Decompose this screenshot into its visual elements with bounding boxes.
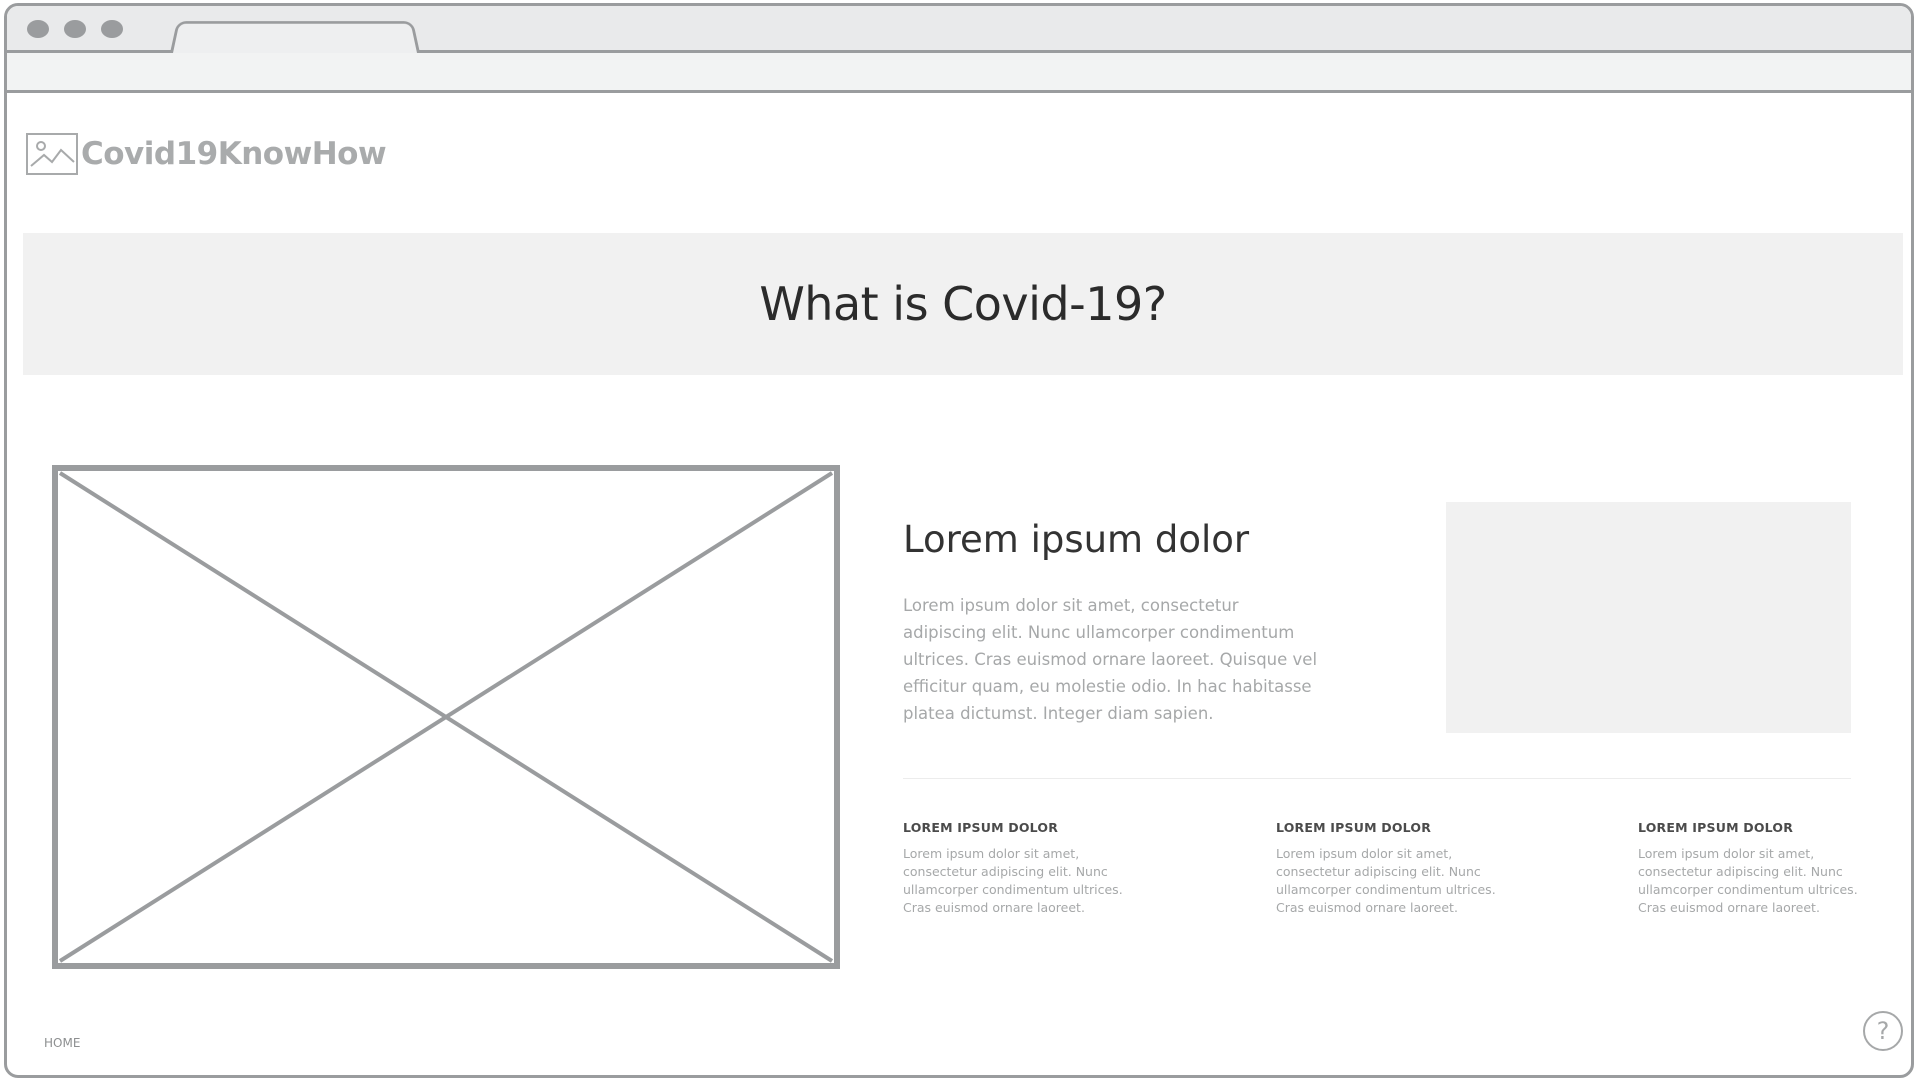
content-placeholder-box (1446, 502, 1851, 733)
feature-column: LOREM IPSUM DOLOR Lorem ipsum dolor sit … (903, 820, 1133, 917)
feature-column: LOREM IPSUM DOLOR Lorem ipsum dolor sit … (1638, 820, 1868, 917)
window-minimize-dot[interactable] (64, 20, 86, 38)
brand-name: Covid19KnowHow (81, 136, 387, 172)
feature-text: Lorem ipsum dolor sit amet, consectetur … (1638, 846, 1858, 915)
feature-text: Lorem ipsum dolor sit amet, consectetur … (1276, 846, 1496, 915)
window-maximize-dot[interactable] (101, 20, 123, 38)
feature-title: LOREM IPSUM DOLOR (903, 820, 1059, 835)
section-headline: Lorem ipsum dolor (903, 518, 1250, 561)
section-body-text: Lorem ipsum dolor sit amet, consectetur … (903, 596, 1318, 723)
feature-title: LOREM IPSUM DOLOR (1276, 820, 1432, 835)
image-placeholder-icon (26, 133, 78, 175)
footer-home-link[interactable]: HOME (44, 1036, 80, 1050)
section-divider (903, 778, 1851, 779)
hero-banner: What is Covid-19? (23, 233, 1903, 375)
site-logo[interactable]: Covid19KnowHow (26, 132, 387, 176)
image-placeholder (52, 465, 840, 970)
page-title: What is Covid-19? (759, 277, 1167, 331)
browser-titlebar (7, 6, 1911, 53)
feature-title: LOREM IPSUM DOLOR (1638, 820, 1794, 835)
help-symbol: ? (1876, 1017, 1890, 1045)
browser-tab[interactable] (170, 21, 420, 53)
question-circle-icon[interactable]: ? (1863, 1011, 1903, 1051)
feature-column: LOREM IPSUM DOLOR Lorem ipsum dolor sit … (1276, 820, 1506, 917)
window-close-dot[interactable] (27, 20, 49, 38)
feature-text: Lorem ipsum dolor sit amet, consectetur … (903, 846, 1123, 915)
browser-address-bar[interactable] (7, 53, 1911, 93)
